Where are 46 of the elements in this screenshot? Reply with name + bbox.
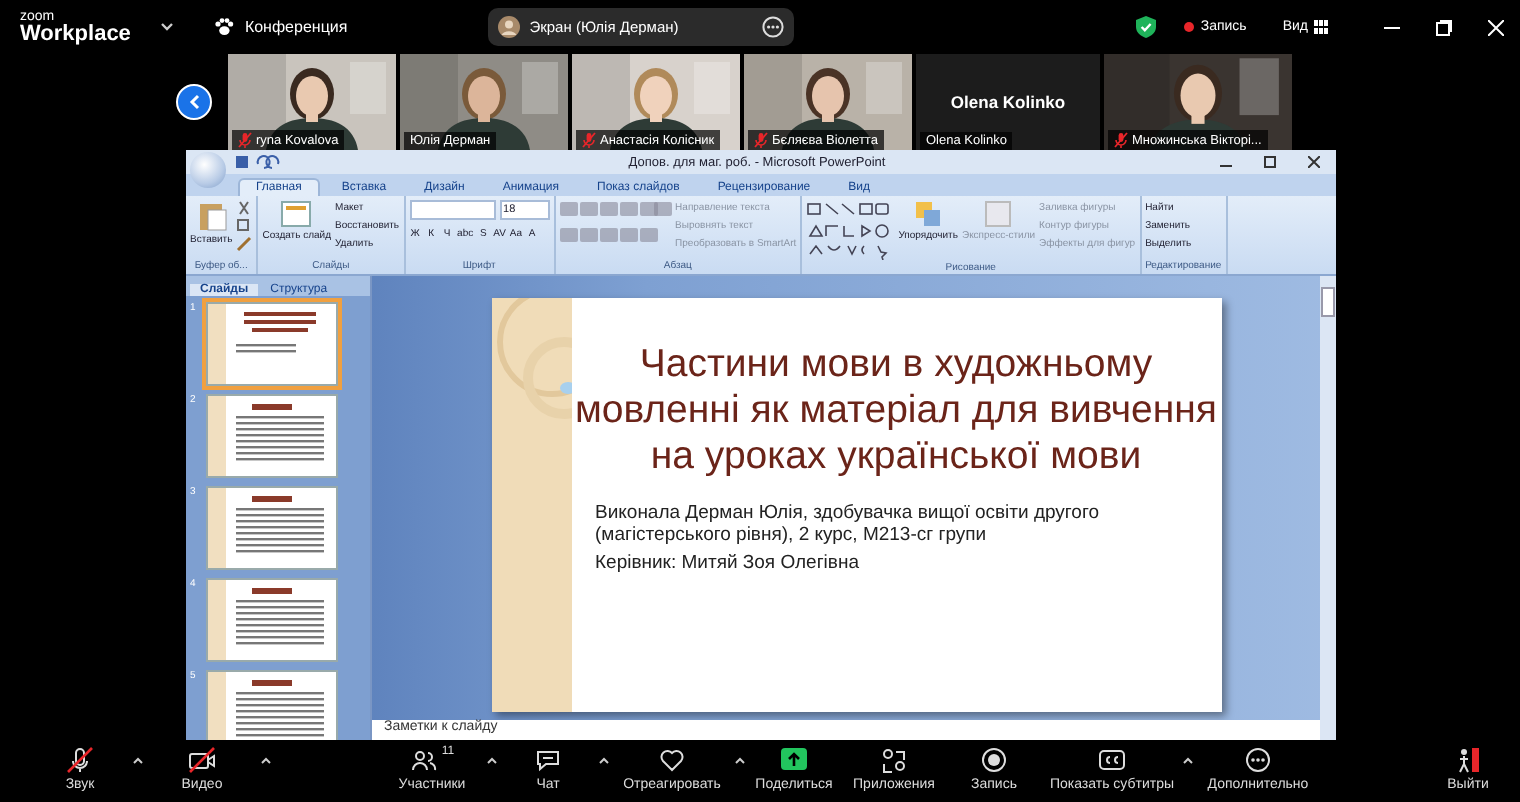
avatar-icon	[497, 16, 520, 38]
slide-thumbnail[interactable]	[206, 302, 338, 386]
cut-icon[interactable]	[236, 200, 253, 216]
caret-icon[interactable]	[132, 756, 144, 764]
clipboard-icon	[195, 200, 228, 232]
apps-icon	[880, 746, 908, 774]
shapes-gallery-drawing[interactable]	[806, 200, 895, 260]
slide-thumbnail[interactable]	[206, 486, 338, 570]
app-name: Workplace	[20, 23, 131, 45]
slide-text: Виконала Дерман Юлія, здобувачка вищої освіти другого (магістерського рівня), 2 курс, М213-сг групи	[595, 504, 1102, 546]
camera-icon	[188, 746, 216, 774]
meeting-title[interactable]: Конференция	[244, 18, 348, 36]
close-icon[interactable]	[1308, 156, 1320, 168]
caret-icon[interactable]	[486, 756, 498, 764]
share-screen-icon	[780, 746, 808, 774]
record-icon	[980, 746, 1008, 774]
more-icon	[1244, 746, 1272, 774]
caret-icon[interactable]	[598, 756, 610, 764]
slide-thumbnail[interactable]	[206, 394, 338, 478]
heart-icon	[658, 746, 686, 774]
scrollbar[interactable]	[1320, 276, 1336, 740]
chevron-down-icon[interactable]	[160, 22, 175, 32]
restore-icon[interactable]	[1264, 156, 1276, 168]
square-icon	[984, 200, 1013, 228]
paw-icon	[214, 18, 235, 36]
caret-icon[interactable]	[734, 756, 746, 764]
shield-icon[interactable]	[1136, 16, 1157, 38]
font-name-field[interactable]	[409, 200, 496, 220]
participant-name: Olena Kolinko	[950, 92, 1066, 112]
chevron-left-icon	[188, 94, 200, 110]
walking-person-icon	[1454, 746, 1482, 774]
back-button[interactable]	[176, 84, 212, 120]
copy-icon[interactable]	[236, 218, 253, 234]
slide-thumbnail[interactable]	[206, 578, 338, 662]
microphone-icon	[66, 746, 94, 774]
new-slide-icon	[280, 200, 313, 228]
more-icon[interactable]	[761, 16, 784, 38]
people-icon	[409, 746, 438, 774]
chat-icon	[534, 746, 562, 774]
brush-icon[interactable]	[236, 236, 253, 252]
slide-text: Керівник: Митяй Зоя Олегівна	[595, 554, 861, 575]
caret-icon[interactable]	[1182, 756, 1194, 764]
captions-icon	[1098, 746, 1126, 774]
slide-title: Частини мови в художньому мовленні як матеріал для вивчення на уроках української мови	[575, 342, 1217, 480]
slide-thumbnail[interactable]	[206, 670, 338, 740]
caret-icon[interactable]	[260, 756, 272, 764]
